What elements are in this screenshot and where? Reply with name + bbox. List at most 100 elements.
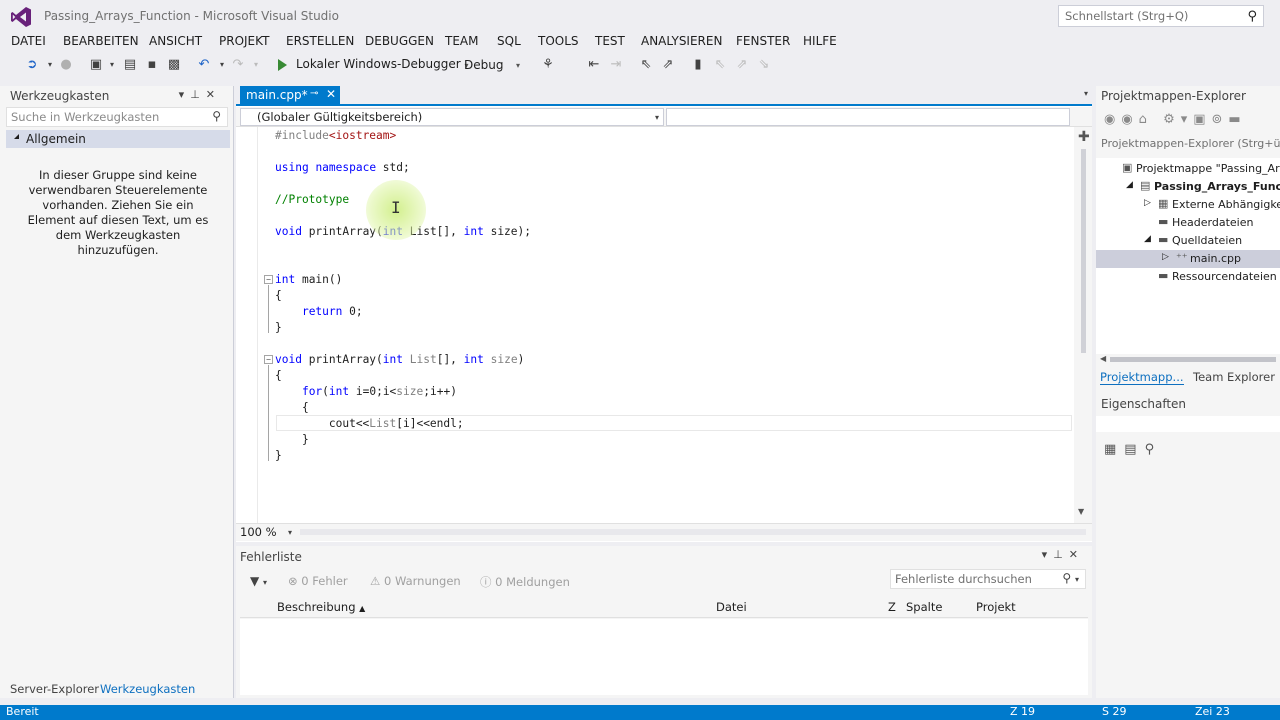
menu-hilfe[interactable]: HILFE xyxy=(803,34,837,48)
save-icon[interactable]: ▪ xyxy=(144,57,160,73)
scope-dropdown[interactable]: (Globaler Gültigkeitsbereich) ▾ xyxy=(240,108,664,126)
properties-object-selector[interactable] xyxy=(1096,416,1280,432)
undo-icon[interactable]: ↶ xyxy=(196,57,212,73)
filter-icon[interactable]: ▼ ▾ xyxy=(250,574,267,588)
expand-arrow-icon[interactable]: ◢ xyxy=(1126,180,1133,190)
tab-solution-explorer[interactable]: Projektmapp... xyxy=(1100,370,1184,385)
tree-item[interactable]: ◢ ▤Passing_Arrays_Function xyxy=(1096,178,1280,196)
code-line[interactable]: } xyxy=(275,320,282,336)
open-file-icon[interactable]: ▤ xyxy=(122,57,138,73)
expand-arrow-icon[interactable]: ◢ xyxy=(1144,234,1151,244)
code-line[interactable]: } xyxy=(275,448,282,464)
code-line[interactable]: cout<<List[i]<<endl; xyxy=(275,416,464,432)
new-project-icon[interactable]: ▣ xyxy=(88,57,104,73)
redo-icon[interactable]: ↷ xyxy=(230,57,246,73)
search-icon[interactable]: ⚲ xyxy=(1247,9,1257,24)
tree-item[interactable]: ▬ Ressourcendateien xyxy=(1096,268,1280,286)
solution-configuration-select[interactable]: Debug ▾ xyxy=(460,56,526,76)
menu-test[interactable]: TEST xyxy=(595,34,625,48)
collapse-icon[interactable]: − xyxy=(264,355,273,364)
menu-fenster[interactable]: FENSTER xyxy=(736,34,790,48)
scrollbar-thumb[interactable] xyxy=(1110,357,1276,362)
toolbox-group-header[interactable]: Allgemein xyxy=(6,130,230,148)
quick-launch-input[interactable]: Schnellstart (Strg+Q) ⚲ xyxy=(1058,5,1264,27)
outdent-icon[interactable]: ⇥ xyxy=(608,57,624,73)
chevron-down-icon[interactable]: ▾ xyxy=(1084,89,1088,98)
clear-bookmarks-icon[interactable]: ⇘ xyxy=(756,57,772,73)
chevron-down-icon[interactable]: ▼ xyxy=(1078,507,1084,516)
close-icon[interactable]: ✕ xyxy=(326,87,336,101)
chevron-down-icon[interactable]: ▾ xyxy=(104,57,120,73)
menu-debuggen[interactable]: DEBUGGEN xyxy=(365,34,434,48)
code-line[interactable]: { xyxy=(275,368,282,384)
code-editor[interactable] xyxy=(236,86,1092,542)
menu-ansicht[interactable]: ANSICHT xyxy=(149,34,202,48)
tree-item[interactable]: ▷ ⁺⁺ main.cpp xyxy=(1096,250,1280,268)
menu-tools[interactable]: TOOLS xyxy=(538,34,579,48)
column-description[interactable]: Beschreibung ▲ xyxy=(277,600,365,614)
tab-team-explorer[interactable]: Team Explorer xyxy=(1193,370,1275,384)
code-line[interactable]: int main() xyxy=(275,272,342,288)
code-line[interactable]: } xyxy=(275,432,309,448)
code-line[interactable]: for(int i=0;i<size;i++) xyxy=(275,384,457,400)
tab-main-cpp[interactable]: main.cpp* ⊸ ✕ xyxy=(240,86,340,106)
toolbox-search-input[interactable]: Suche in Werkzeugkasten ⚲ xyxy=(6,107,228,127)
chevron-down-icon[interactable]: ▾ xyxy=(214,57,230,73)
tree-item[interactable]: ▷ ▦ Externe Abhängigkeit xyxy=(1096,196,1280,214)
tree-item[interactable]: ▬ Headerdateien xyxy=(1096,214,1280,232)
code-line[interactable]: { xyxy=(275,288,282,304)
menu-sql[interactable]: SQL xyxy=(497,34,521,48)
expand-arrow-icon[interactable]: ▷ xyxy=(1144,198,1151,208)
attach-icon[interactable]: ⚘ xyxy=(540,57,556,73)
search-icon[interactable]: ⚲ ▾ xyxy=(1062,571,1079,585)
solution-search-input[interactable]: Projektmappen-Explorer (Strg+ü) xyxy=(1098,134,1280,154)
code-line[interactable]: using namespace std; xyxy=(275,160,410,176)
column-line[interactable]: Z xyxy=(888,600,896,614)
code-line[interactable]: #include<iostream> xyxy=(275,128,396,144)
scrollbar-thumb[interactable] xyxy=(1081,149,1086,353)
menu-team[interactable]: TEAM xyxy=(445,34,478,48)
error-list-search-input[interactable]: Fehlerliste durchsuchen ⚲ ▾ xyxy=(890,569,1086,589)
bookmark-icon[interactable]: ▮ xyxy=(690,57,706,73)
code-line[interactable]: { xyxy=(275,400,309,416)
indent-icon[interactable]: ⇤ xyxy=(586,57,602,73)
next-bookmark-icon[interactable]: ⇗ xyxy=(734,57,750,73)
code-line[interactable]: return 0; xyxy=(275,304,363,320)
column-project[interactable]: Projekt xyxy=(976,600,1016,614)
pin-icon[interactable]: ⊸ xyxy=(310,88,318,99)
zoom-level[interactable]: 100 % xyxy=(240,525,277,539)
panel-pin-icons[interactable]: ▾⊥✕ xyxy=(179,88,221,101)
editor-horizontal-scrollbar[interactable] xyxy=(300,529,1086,535)
menu-analysieren[interactable]: ANALYSIEREN xyxy=(641,34,722,48)
tab-toolbox[interactable]: Werkzeugkasten xyxy=(100,682,195,696)
code-line[interactable]: //Prototype xyxy=(275,192,349,208)
menu-bearbeiten[interactable]: BEARBEITEN xyxy=(63,34,139,48)
errors-filter-button[interactable]: ⊗ 0 Fehler xyxy=(288,574,348,588)
navigate-back-icon[interactable]: ➲ xyxy=(24,57,40,73)
save-all-icon[interactable]: ▩ xyxy=(166,57,182,73)
menu-erstellen[interactable]: ERSTELLEN xyxy=(286,34,354,48)
warnings-filter-button[interactable]: ⚠ 0 Warnungen xyxy=(370,574,461,588)
prev-bookmark-icon[interactable]: ⇖ xyxy=(712,57,728,73)
panel-pin-icons[interactable]: ▾⊥✕ xyxy=(1042,548,1084,561)
chevron-down-icon[interactable]: ▾ xyxy=(288,528,292,537)
menu-datei[interactable]: DATEI xyxy=(11,34,46,48)
expand-arrow-icon[interactable]: ▷ xyxy=(1162,252,1169,262)
messages-filter-button[interactable]: ⓘ 0 Meldungen xyxy=(480,574,570,590)
collapse-icon[interactable]: − xyxy=(264,275,273,284)
search-icon[interactable]: ⚲ xyxy=(212,109,221,123)
column-column[interactable]: Spalte xyxy=(906,600,942,614)
chevron-down-icon[interactable]: ▾ xyxy=(248,57,264,73)
scroll-left-icon[interactable]: ◀ xyxy=(1100,354,1106,363)
menu-projekt[interactable]: PROJEKT xyxy=(219,34,269,48)
chevron-down-icon[interactable]: ▾ xyxy=(42,57,58,73)
code-line[interactable]: void printArray(int List[], int size) xyxy=(275,352,524,368)
member-dropdown[interactable] xyxy=(666,108,1070,126)
editor-vertical-scrollbar[interactable]: ✚ ▼ xyxy=(1074,127,1092,523)
navigate-forward-icon[interactable]: ● xyxy=(58,57,74,73)
tree-item[interactable]: ▣ Projektmappe "Passing_Arra xyxy=(1096,160,1280,178)
uncomment-icon[interactable]: ⇗ xyxy=(660,57,676,73)
tree-item[interactable]: ◢ ▬ Quelldateien xyxy=(1096,232,1280,250)
column-file[interactable]: Datei xyxy=(716,600,747,614)
comment-icon[interactable]: ⇖ xyxy=(638,57,654,73)
